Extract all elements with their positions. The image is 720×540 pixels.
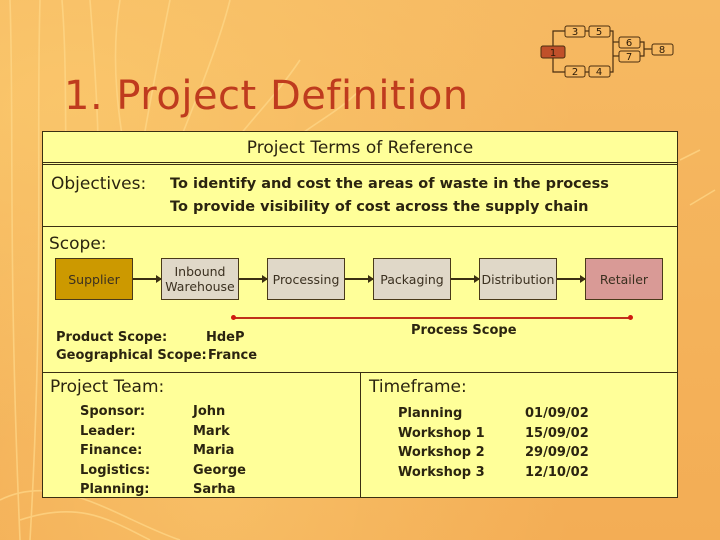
chain-step-packaging: Packaging xyxy=(373,258,451,300)
team-role: Leader: xyxy=(80,423,136,439)
milestone-row: Workshop 2 29/09/02 xyxy=(398,443,589,463)
arrow-icon xyxy=(133,275,162,283)
objectives-label: Objectives: xyxy=(51,174,147,194)
arrow-icon xyxy=(557,275,586,283)
milestone-row: Workshop 1 15/09/02 xyxy=(398,424,589,444)
connector-6-7-join xyxy=(640,41,645,57)
process-scope-label: Process Scope xyxy=(411,323,517,338)
flow-node-label: 2 xyxy=(572,67,578,78)
team-role: Logistics: xyxy=(80,462,151,478)
flow-node-label: 5 xyxy=(596,27,602,38)
team-name: Sarha xyxy=(193,482,236,497)
milestone-row: Workshop 3 12/10/02 xyxy=(398,463,589,483)
product-scope-value: HdeP xyxy=(206,330,245,345)
arrow-icon xyxy=(345,275,374,283)
geo-scope-value: France xyxy=(208,348,258,363)
milestone-date: 12/10/02 xyxy=(525,464,589,480)
flow-node-label: 1 xyxy=(550,48,556,59)
flow-node-label: 6 xyxy=(626,38,632,49)
divider-vertical xyxy=(360,372,361,497)
flow-node-label: 3 xyxy=(572,27,578,38)
milestone-name: Workshop 2 xyxy=(398,445,485,460)
panel-header: Project Terms of Reference xyxy=(43,132,677,165)
geo-scope-label: Geographical Scope: xyxy=(56,348,207,363)
scope-end-dot xyxy=(628,315,633,320)
project-team-label: Project Team: xyxy=(50,377,165,397)
team-role: Finance: xyxy=(80,443,143,458)
chain-step-supplier: Supplier xyxy=(55,258,133,300)
divider xyxy=(43,226,677,227)
milestone-name: Workshop 1 xyxy=(398,425,485,441)
team-role: Sponsor: xyxy=(80,404,146,419)
team-member-row: Finance: Maria xyxy=(80,441,234,461)
milestone-date: 29/09/02 xyxy=(525,445,589,460)
product-geo-scope: Product Scope: HdeP Geographical Scope: Fr… xyxy=(56,329,257,365)
team-list: Sponsor: John Leader: Mark Finance: Maria L… xyxy=(80,402,246,500)
objective-item: To provide visibility of cost across the… xyxy=(170,199,589,215)
team-member-row: Planning: Sarha xyxy=(80,480,236,500)
milestone-name: Planning xyxy=(398,406,463,421)
connector-1-3 xyxy=(552,30,565,46)
terms-of-reference-panel: Project Terms of Reference Objectives: T… xyxy=(42,131,678,498)
connector-5-4-join xyxy=(610,30,614,73)
team-role: Planning: xyxy=(80,482,150,497)
team-name: George xyxy=(193,462,246,478)
team-name: Maria xyxy=(193,443,235,458)
chain-step-distribution: Distribution xyxy=(479,258,557,300)
scope-label: Scope: xyxy=(49,234,107,254)
milestone-name: Workshop 3 xyxy=(398,464,485,480)
product-scope-label: Product Scope: xyxy=(56,330,168,345)
team-member-row: Sponsor: John xyxy=(80,402,225,422)
milestone-date: 15/09/02 xyxy=(525,425,589,441)
team-member-row: Logistics: George xyxy=(80,461,246,481)
flow-node-label: 7 xyxy=(626,52,632,63)
timeframe-label: Timeframe: xyxy=(369,377,467,397)
page-title: 1. Project Definition xyxy=(64,73,469,119)
milestone-row: Planning 01/09/02 xyxy=(398,404,589,424)
arrow-icon xyxy=(451,275,480,283)
flow-node-label: 4 xyxy=(596,67,602,78)
arrow-icon xyxy=(239,275,268,283)
connector-1-2 xyxy=(552,58,565,73)
scope-start-dot xyxy=(231,315,236,320)
objective-item: To identify and cost the areas of waste … xyxy=(170,176,609,192)
milestone-date: 01/09/02 xyxy=(525,406,589,421)
timeframe-list: Planning 01/09/02 Workshop 1 15/09/02 Work… xyxy=(398,404,589,483)
chain-step-retailer: Retailer xyxy=(585,258,663,300)
chain-step-processing: Processing xyxy=(267,258,345,300)
team-name: John xyxy=(193,404,226,419)
flow-node-label: 8 xyxy=(659,45,665,56)
chain-step-inbound-warehouse: Inbound Warehouse xyxy=(161,258,239,300)
process-scope-line xyxy=(231,315,633,320)
team-name: Mark xyxy=(193,423,230,439)
team-member-row: Leader: Mark xyxy=(80,422,230,442)
